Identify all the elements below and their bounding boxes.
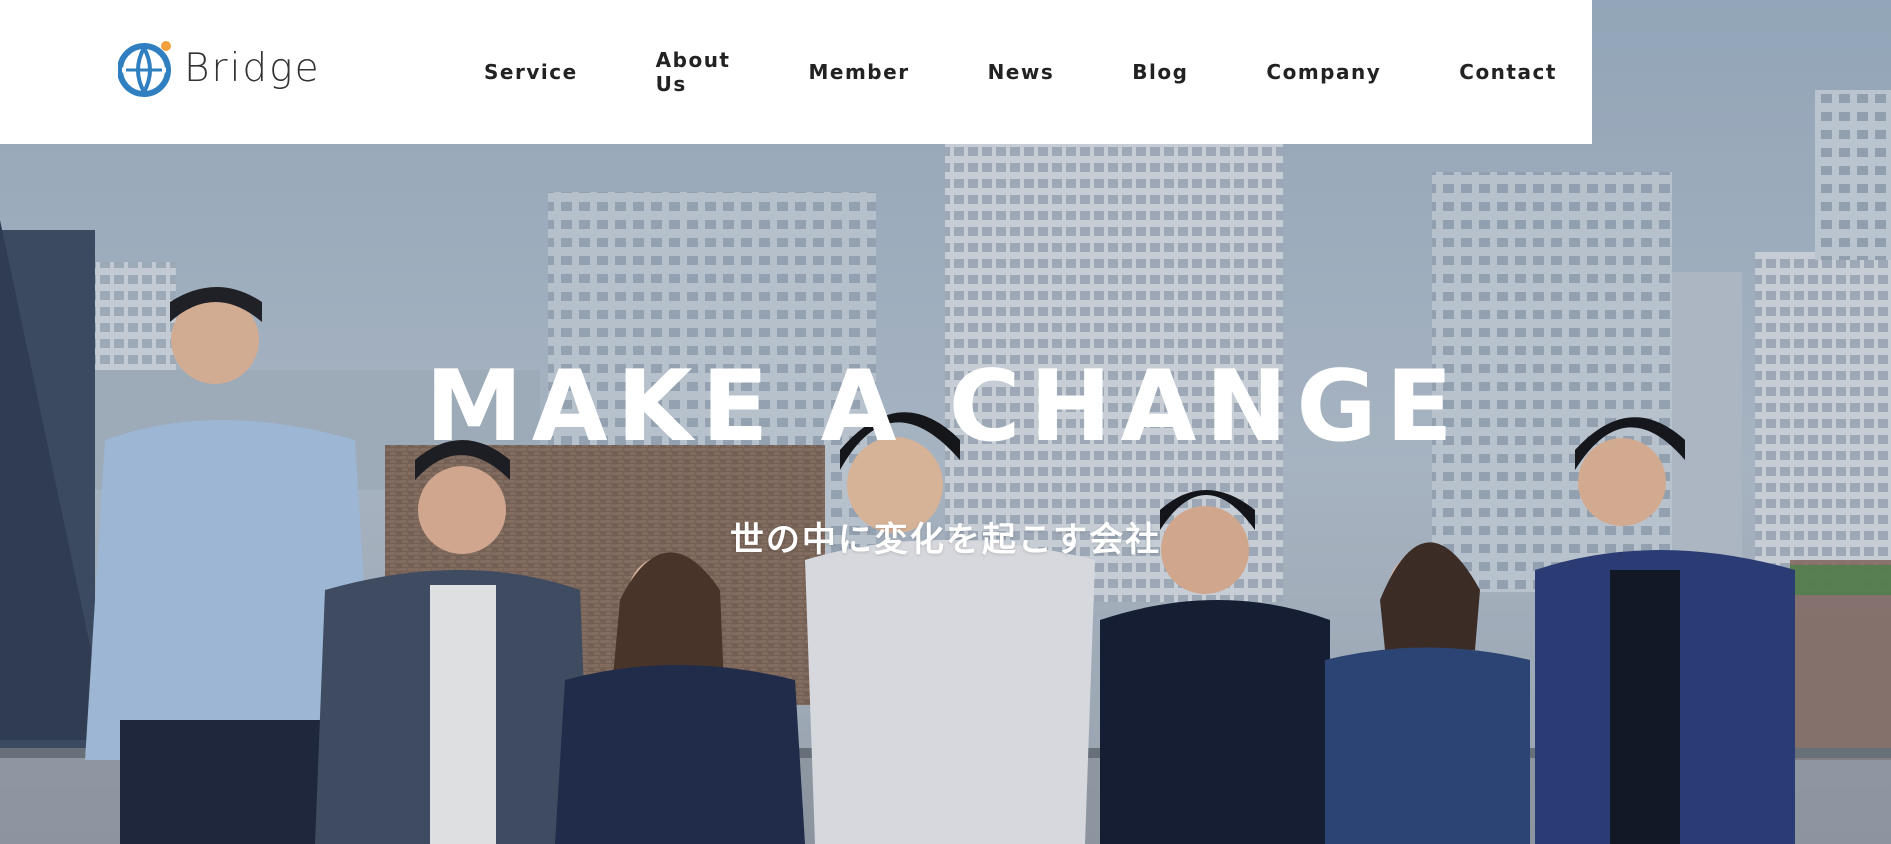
nav-item-company[interactable]: Company bbox=[1227, 60, 1420, 84]
hero-title-text: MAKE A CHANGE bbox=[425, 350, 1462, 464]
nav-item-service[interactable]: Service bbox=[445, 60, 617, 84]
brand-name: Bridge bbox=[184, 45, 321, 91]
main-nav: Service About Us Member News Blog Compan… bbox=[445, 0, 1596, 144]
site-header: Bridge Service About Us Member News Blog… bbox=[0, 0, 1592, 144]
nav-item-blog[interactable]: Blog bbox=[1093, 60, 1227, 84]
nav-item-about-us[interactable]: About Us bbox=[617, 48, 770, 96]
nav-item-contact[interactable]: Contact bbox=[1420, 60, 1596, 84]
hero-subtitle: 世の中に変化を起こす会社 bbox=[729, 520, 1162, 560]
logo-link[interactable]: Bridge bbox=[118, 38, 321, 98]
nav-item-news[interactable]: News bbox=[949, 60, 1094, 84]
nav-item-member[interactable]: Member bbox=[770, 60, 949, 84]
bridge-globe-logo-icon bbox=[118, 41, 171, 97]
hero-title: MAKE A CHANGE bbox=[0, 358, 1891, 456]
